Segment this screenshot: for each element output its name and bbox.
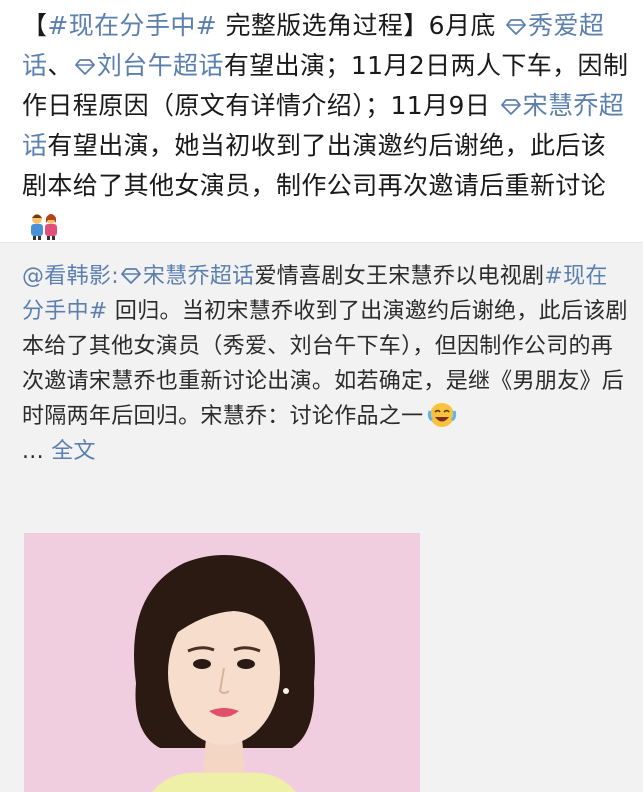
reposted-content[interactable]: @看韩影: 宋慧乔超话爱情喜剧女王宋慧乔以电视剧#现在分手中# 回归。当初宋慧乔收…	[0, 242, 643, 792]
repost-text-part-2: 回归。当初宋慧乔收到了出演邀约后谢绝，此后该剧本给了其他女演员（秀爱、刘台午下车…	[22, 299, 628, 429]
portrait-photo[interactable]	[24, 533, 420, 792]
weibo-post-screen: 【#现在分手中# 完整版选角过程】6月底 秀爱超话、 刘台午超话有望出演；11月2…	[0, 0, 643, 792]
gem-icon	[500, 87, 521, 115]
supertopic-label: 宋慧乔超话	[142, 264, 255, 289]
post-body-text: 【#现在分手中# 完整版选角过程】6月底 秀爱超话、 刘台午超话有望出演；11月2…	[22, 6, 631, 246]
post-link-1[interactable]: #现在分手中#	[47, 11, 217, 40]
post-text-segment-2: 完整版选角过程】6月底	[217, 11, 505, 40]
repost-author-colon: :	[111, 264, 119, 289]
portrait-photo-illustration	[24, 533, 420, 792]
post-text-segment-11: 有望出演，她当初收到了出演邀约后谢绝，此后该剧本给了其他女演员，制作公司再次邀请…	[22, 131, 607, 200]
original-post: 【#现在分手中# 完整版选角过程】6月底 秀爱超话、 刘台午超话有望出演；11月2…	[0, 0, 643, 242]
full-text-link[interactable]: 全文	[51, 439, 96, 464]
people-emoji-icon	[28, 212, 60, 240]
post-text-segment-0: 【	[22, 11, 48, 40]
repost-author-link[interactable]: @看韩影	[22, 264, 111, 289]
gem-icon	[121, 268, 141, 284]
post-link-7[interactable]: 刘台午超话	[97, 51, 224, 80]
gem-icon	[74, 47, 95, 75]
repost-text-part-1: 爱情喜剧女王宋慧乔以电视剧	[254, 264, 545, 289]
supertopic-link-song-hye-kyo[interactable]: 宋慧乔超话	[119, 264, 255, 289]
gem-icon	[506, 7, 527, 35]
repost-body-text: @看韩影: 宋慧乔超话爱情喜剧女王宋慧乔以电视剧#现在分手中# 回归。当初宋慧乔收…	[22, 259, 629, 469]
ellipsis: ...	[22, 439, 52, 464]
laughing-crying-emoji-icon	[428, 403, 457, 427]
post-text-segment-5: 、	[47, 51, 73, 80]
